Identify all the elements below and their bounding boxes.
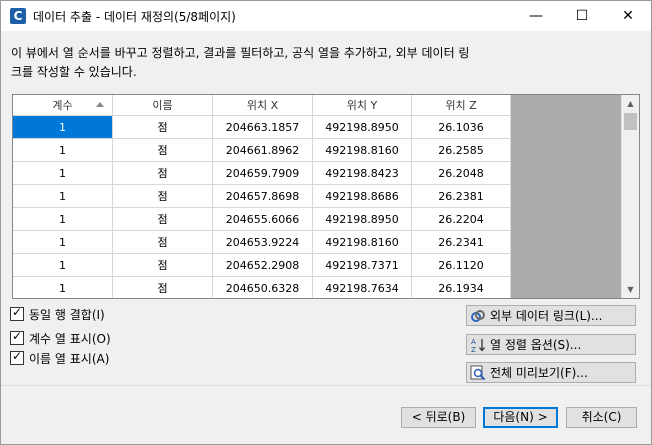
- row-cell-name[interactable]: 점: [113, 208, 213, 231]
- column-header-name[interactable]: 이름: [113, 95, 213, 116]
- row-cell-position-y[interactable]: 492198.8686: [313, 185, 412, 208]
- column-header-label: 계수: [52, 99, 73, 112]
- row-cell-position-z[interactable]: 26.1036: [412, 116, 511, 139]
- button-label: 전체 미리보기(F)...: [490, 366, 588, 380]
- row-cell-name[interactable]: 점: [113, 139, 213, 162]
- row-cell-position-y[interactable]: 492198.8160: [313, 139, 412, 162]
- row-cell-position-y[interactable]: 492198.7634: [313, 277, 412, 298]
- scrollbar-thumb[interactable]: [624, 113, 637, 130]
- grid-header: 계수 이름 위치 X 위치 Y 위치 Z: [13, 95, 511, 116]
- autocad-app-icon: C: [10, 8, 26, 24]
- row-cell-position-z[interactable]: 26.1934: [412, 277, 511, 298]
- row-cell-position-x[interactable]: 204657.8698: [213, 185, 313, 208]
- table-row[interactable]: 1 점 204659.7909 492198.8423 26.2048: [13, 162, 511, 185]
- row-cell-count[interactable]: 1: [13, 116, 113, 139]
- row-cell-position-y[interactable]: 492198.8950: [313, 116, 412, 139]
- close-button[interactable]: ✕: [605, 1, 651, 31]
- full-preview-button[interactable]: 전체 미리보기(F)...: [466, 362, 636, 383]
- minimize-button[interactable]: —: [513, 1, 559, 31]
- grid-rows: 1 점 204663.1857 492198.8950 26.1036 1 점 204661.…: [13, 116, 511, 298]
- svg-text:Z: Z: [471, 346, 476, 353]
- button-label: 외부 데이터 링크(L)...: [490, 309, 603, 323]
- row-cell-name[interactable]: 점: [113, 185, 213, 208]
- link-external-data-icon: [470, 308, 486, 324]
- checkmark-icon: ✓: [12, 305, 23, 319]
- title-bar: C 데이터 추출 - 데이터 재정의(5/8페이지) — ☐ ✕: [1, 1, 651, 31]
- table-row[interactable]: 1 점 204652.2908 492198.7371 26.1120: [13, 254, 511, 277]
- column-header-position-z[interactable]: 위치 Z: [412, 95, 511, 116]
- checkbox-box[interactable]: ✓: [10, 349, 24, 365]
- data-grid[interactable]: 계수 이름 위치 X 위치 Y 위치 Z 1 점 204663.1857 492198…: [12, 94, 640, 299]
- combine-identical-rows-checkbox[interactable]: ✓ 동일 행 결합(I): [10, 305, 105, 322]
- preview-magnifier-icon: [470, 365, 486, 381]
- instructions-text: 이 뷰에서 열 순서를 바꾸고 정렬하고, 결과를 필터하고, 공식 열을 추가…: [11, 44, 531, 82]
- row-cell-position-x[interactable]: 204663.1857: [213, 116, 313, 139]
- link-external-data-button[interactable]: 외부 데이터 링크(L)...: [466, 305, 636, 326]
- scroll-up-arrow-icon[interactable]: ▲: [622, 95, 639, 112]
- back-button[interactable]: < 뒤로(B): [401, 407, 476, 428]
- column-header-count[interactable]: 계수: [13, 95, 113, 116]
- checkmark-icon: ✓: [12, 329, 23, 343]
- row-cell-position-y[interactable]: 492198.7371: [313, 254, 412, 277]
- row-cell-position-y[interactable]: 492198.8423: [313, 162, 412, 185]
- table-row[interactable]: 1 점 204661.8962 492198.8160 26.2585: [13, 139, 511, 162]
- table-row[interactable]: 1 점 204650.6328 492198.7634 26.1934: [13, 277, 511, 298]
- row-cell-position-y[interactable]: 492198.8160: [313, 231, 412, 254]
- instructions-line-2: 크를 작성할 수 있습니다.: [11, 65, 137, 79]
- column-header-position-y[interactable]: 위치 Y: [313, 95, 412, 116]
- checkmark-icon: ✓: [12, 349, 23, 363]
- column-header-position-x[interactable]: 위치 X: [213, 95, 313, 116]
- row-cell-position-y[interactable]: 492198.8950: [313, 208, 412, 231]
- row-cell-count[interactable]: 1: [13, 231, 113, 254]
- window-title: 데이터 추출 - 데이터 재정의(5/8페이지): [33, 10, 236, 24]
- row-cell-position-z[interactable]: 26.2048: [412, 162, 511, 185]
- row-cell-position-z[interactable]: 26.2204: [412, 208, 511, 231]
- checkbox-label: 동일 행 결합(I): [29, 307, 105, 322]
- sort-ascending-icon: [96, 102, 104, 107]
- row-cell-name[interactable]: 점: [113, 116, 213, 139]
- checkbox-box[interactable]: ✓: [10, 329, 24, 345]
- table-row[interactable]: 1 점 204653.9224 492198.8160 26.2341: [13, 231, 511, 254]
- column-sort-options-button[interactable]: AZ 열 정렬 옵션(S)...: [466, 334, 636, 355]
- row-cell-position-x[interactable]: 204650.6328: [213, 277, 313, 298]
- data-extraction-dialog: C 데이터 추출 - 데이터 재정의(5/8페이지) — ☐ ✕ 이 뷰에서 열…: [0, 0, 652, 445]
- checkbox-box[interactable]: ✓: [10, 305, 24, 321]
- row-cell-name[interactable]: 점: [113, 162, 213, 185]
- show-name-column-checkbox[interactable]: ✓ 이름 열 표시(A): [10, 349, 110, 366]
- row-cell-position-z[interactable]: 26.2341: [412, 231, 511, 254]
- next-button[interactable]: 다음(N) >: [483, 407, 558, 428]
- row-cell-position-x[interactable]: 204661.8962: [213, 139, 313, 162]
- checkbox-label: 이름 열 표시(A): [29, 351, 110, 366]
- scroll-down-arrow-icon[interactable]: ▼: [622, 281, 639, 298]
- table-row[interactable]: 1 점 204655.6066 492198.8950 26.2204: [13, 208, 511, 231]
- row-cell-count[interactable]: 1: [13, 254, 113, 277]
- grid-empty-area: [511, 95, 621, 298]
- row-cell-position-z[interactable]: 26.1120: [412, 254, 511, 277]
- checkbox-label: 계수 열 표시(O): [29, 331, 111, 346]
- row-cell-position-x[interactable]: 204652.2908: [213, 254, 313, 277]
- row-cell-count[interactable]: 1: [13, 277, 113, 298]
- instructions-line-1: 이 뷰에서 열 순서를 바꾸고 정렬하고, 결과를 필터하고, 공식 열을 추가…: [11, 46, 470, 60]
- row-cell-name[interactable]: 점: [113, 231, 213, 254]
- row-cell-name[interactable]: 점: [113, 277, 213, 298]
- row-cell-name[interactable]: 점: [113, 254, 213, 277]
- row-cell-position-x[interactable]: 204659.7909: [213, 162, 313, 185]
- row-cell-position-x[interactable]: 204655.6066: [213, 208, 313, 231]
- maximize-button[interactable]: ☐: [559, 1, 605, 31]
- show-count-column-checkbox[interactable]: ✓ 계수 열 표시(O): [10, 329, 111, 346]
- table-row[interactable]: 1 점 204657.8698 492198.8686 26.2381: [13, 185, 511, 208]
- row-cell-count[interactable]: 1: [13, 162, 113, 185]
- sort-az-icon: AZ: [470, 337, 486, 353]
- table-row[interactable]: 1 점 204663.1857 492198.8950 26.1036: [13, 116, 511, 139]
- row-cell-count[interactable]: 1: [13, 185, 113, 208]
- row-cell-position-z[interactable]: 26.2381: [412, 185, 511, 208]
- row-cell-position-x[interactable]: 204653.9224: [213, 231, 313, 254]
- cancel-button[interactable]: 취소(C): [566, 407, 637, 428]
- vertical-scrollbar[interactable]: ▲ ▼: [621, 95, 639, 298]
- button-label: 열 정렬 옵션(S)...: [490, 338, 582, 352]
- row-cell-count[interactable]: 1: [13, 139, 113, 162]
- svg-text:A: A: [471, 338, 476, 346]
- row-cell-position-z[interactable]: 26.2585: [412, 139, 511, 162]
- row-cell-count[interactable]: 1: [13, 208, 113, 231]
